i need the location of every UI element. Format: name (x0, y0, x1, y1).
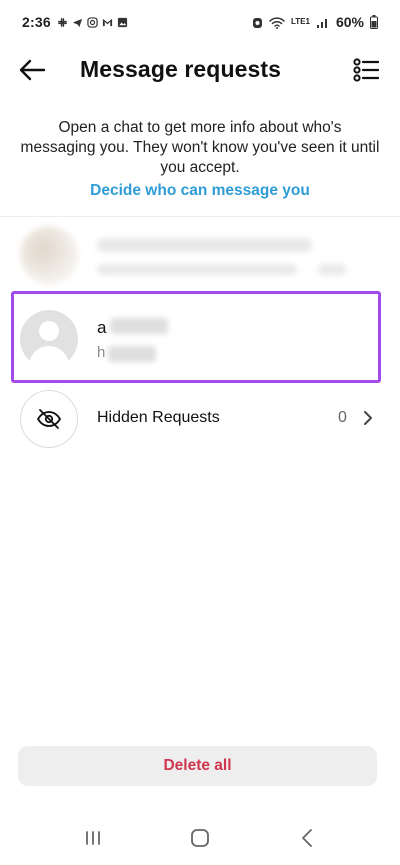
system-nav-bar (0, 810, 400, 865)
request-row-blurred[interactable] (0, 218, 400, 296)
blurred-preview (97, 264, 297, 275)
recent-apps-button[interactable] (73, 818, 113, 858)
page-title: Message requests (80, 56, 282, 82)
wifi-icon (269, 16, 285, 29)
hidden-icon-circle (20, 390, 78, 448)
filter-list-button[interactable] (348, 52, 384, 88)
delete-all-button[interactable]: Delete all (18, 746, 377, 786)
signal-icon (316, 18, 327, 28)
request-preview: h (97, 344, 106, 361)
gallery-icon (117, 17, 127, 27)
battery-icon (370, 15, 378, 29)
divider (0, 216, 400, 217)
gmail-icon (102, 18, 112, 26)
telegram-icon (72, 18, 82, 27)
eye-hidden-icon (36, 409, 62, 429)
network-type: LTE1 (291, 17, 310, 26)
status-right: LTE1 60% (252, 14, 378, 30)
back-button[interactable] (14, 52, 50, 88)
redacted-name (110, 318, 168, 334)
status-left: 2:36 (22, 14, 128, 30)
blurred-name (97, 238, 312, 252)
status-time: 2:36 (22, 14, 51, 30)
blurred-time (318, 264, 346, 275)
alarm-icon (253, 17, 262, 28)
recent-apps-icon (86, 830, 101, 845)
back-nav-button[interactable] (287, 818, 327, 858)
status-bar: 2:36 LTE1 60% (0, 0, 400, 44)
chevron-left-icon (301, 828, 312, 847)
avatar (20, 226, 78, 284)
hidden-requests-row[interactable]: Hidden Requests 0 (0, 390, 400, 448)
hidden-requests-count: 0 (338, 409, 347, 426)
chevron-right-icon (364, 411, 372, 425)
notification-icons (57, 16, 128, 28)
redacted-preview (108, 346, 156, 362)
slack-icon (57, 17, 67, 27)
hidden-requests-label: Hidden Requests (97, 409, 220, 426)
instagram-icon (87, 16, 98, 28)
app-header: Message requests (0, 44, 400, 96)
info-text: Open a chat to get more info about who's… (20, 119, 380, 176)
list-options-icon (353, 58, 379, 82)
home-icon (191, 828, 209, 847)
home-button[interactable] (180, 818, 220, 858)
request-name: a (97, 318, 107, 337)
default-avatar-icon (20, 310, 78, 368)
battery-level: 60% (335, 14, 364, 30)
request-row[interactable]: a h (0, 296, 400, 374)
arrow-left-icon (19, 59, 46, 81)
message-controls-link[interactable]: Decide who can message you (20, 182, 380, 200)
